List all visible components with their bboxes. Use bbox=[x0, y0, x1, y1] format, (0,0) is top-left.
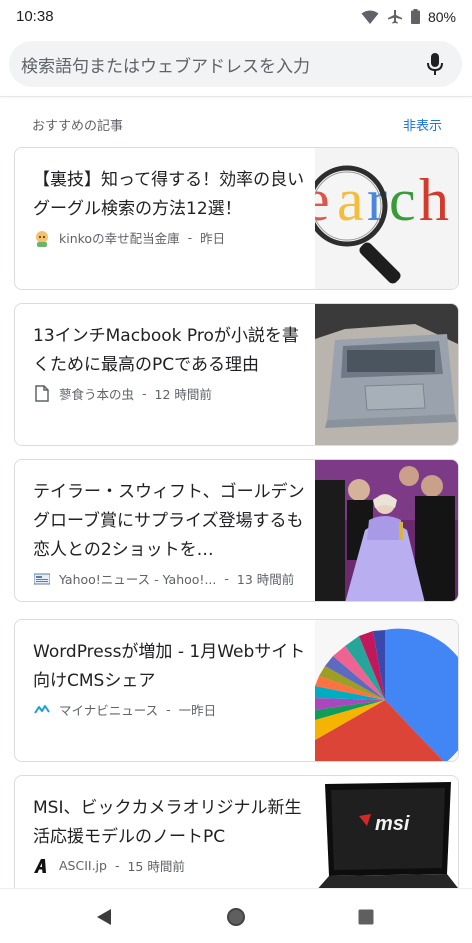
article-title[interactable]: 【裏技】知って得する！効率の良いグーグル検索の方法12選！ bbox=[33, 166, 308, 224]
article-time: 一昨日 bbox=[178, 703, 217, 718]
article-card[interactable]: テイラー・スウィフト、ゴールデングローブ賞にサプライズ登場するも恋人との2ショッ… bbox=[14, 459, 459, 602]
back-triangle-icon[interactable] bbox=[90, 903, 118, 931]
status-icons: 80% bbox=[361, 9, 456, 25]
article-meta: マイナビニュース - 一昨日 bbox=[33, 700, 308, 719]
svg-text:c: c bbox=[389, 167, 416, 233]
article-card[interactable]: WordPressが増加 - 1月Webサイト向けCMSシェア マイナビニュース… bbox=[14, 619, 459, 762]
article-source: Yahoo!ニュース - Yahoo!... bbox=[59, 572, 217, 587]
article-time: 12 時間前 bbox=[154, 387, 212, 402]
recents-square-icon[interactable] bbox=[352, 903, 380, 931]
article-title[interactable]: テイラー・スウィフト、ゴールデングローブ賞にサプライズ登場するも恋人との2ショッ… bbox=[33, 478, 308, 565]
search-magnifier-image: e a r c h bbox=[315, 148, 458, 289]
article-time: 13 時間前 bbox=[236, 572, 295, 587]
svg-text:h: h bbox=[419, 167, 449, 233]
golden-globe-photo bbox=[315, 460, 458, 601]
ascii-logo-icon bbox=[33, 857, 51, 875]
home-circle-icon[interactable] bbox=[222, 903, 250, 931]
article-time: 昨日 bbox=[200, 231, 226, 246]
article-time: 15 時間前 bbox=[127, 859, 185, 874]
section-title: おすすめの記事 bbox=[32, 119, 124, 134]
article-title[interactable]: 13インチMacbook Proが小説を書くために最高のPCである理由 bbox=[33, 322, 308, 380]
article-source: 蓼食う本の虫 bbox=[59, 387, 135, 402]
article-card[interactable]: 13インチMacbook Proが小説を書くために最高のPCである理由 蓼食う本… bbox=[14, 303, 459, 446]
kinko-avatar-icon bbox=[33, 229, 51, 247]
status-bar: 10:38 80% bbox=[0, 0, 472, 33]
airplane-icon bbox=[387, 9, 403, 25]
meta-separator: - bbox=[142, 386, 147, 401]
svg-text:msi: msi bbox=[375, 813, 410, 835]
article-meta: ASCII.jp - 15 時間前 bbox=[33, 856, 308, 875]
yahoo-news-icon bbox=[33, 570, 51, 588]
search-bar[interactable]: 検索語句またはウェブアドレスを入力 bbox=[9, 41, 462, 87]
meta-separator: - bbox=[187, 230, 193, 245]
system-nav-bar bbox=[0, 888, 472, 943]
document-icon bbox=[33, 385, 51, 403]
article-source: kinkoの幸せ配当金庫 bbox=[59, 231, 180, 246]
article-meta: kinkoの幸せ配当金庫 - 昨日 bbox=[33, 228, 308, 247]
feed-section-header: おすすめの記事 非表示 bbox=[32, 115, 442, 134]
meta-separator: - bbox=[114, 858, 120, 873]
battery-level: 80% bbox=[427, 8, 456, 25]
article-title[interactable]: MSI、ビックカメラオリジナル新生活応援モデルのノートPC bbox=[33, 794, 308, 852]
article-meta: 蓼食う本の虫 - 12 時間前 bbox=[33, 384, 308, 403]
header-divider bbox=[0, 96, 472, 97]
microphone-icon[interactable] bbox=[424, 50, 446, 78]
mynavi-icon bbox=[33, 701, 51, 719]
article-card[interactable]: 【裏技】知って得する！効率の良いグーグル検索の方法12選！ kinkoの幸せ配当… bbox=[14, 147, 459, 290]
article-title[interactable]: WordPressが増加 - 1月Webサイト向けCMSシェア bbox=[33, 638, 308, 696]
article-meta: Yahoo!ニュース - Yahoo!... - 13 時間前 bbox=[33, 569, 308, 588]
status-time: 10:38 bbox=[16, 8, 54, 25]
hide-button[interactable]: 非表示 bbox=[403, 115, 442, 134]
macbook-image bbox=[315, 304, 458, 445]
battery-icon bbox=[410, 9, 420, 24]
meta-separator: - bbox=[166, 702, 171, 717]
article-source: マイナビニュース bbox=[59, 703, 159, 718]
cms-pie-chart-image bbox=[315, 620, 458, 761]
search-input[interactable]: 検索語句またはウェブアドレスを入力 bbox=[21, 52, 424, 77]
wifi-icon bbox=[361, 10, 379, 24]
meta-separator: - bbox=[224, 571, 229, 586]
article-source: ASCII.jp bbox=[59, 858, 107, 873]
